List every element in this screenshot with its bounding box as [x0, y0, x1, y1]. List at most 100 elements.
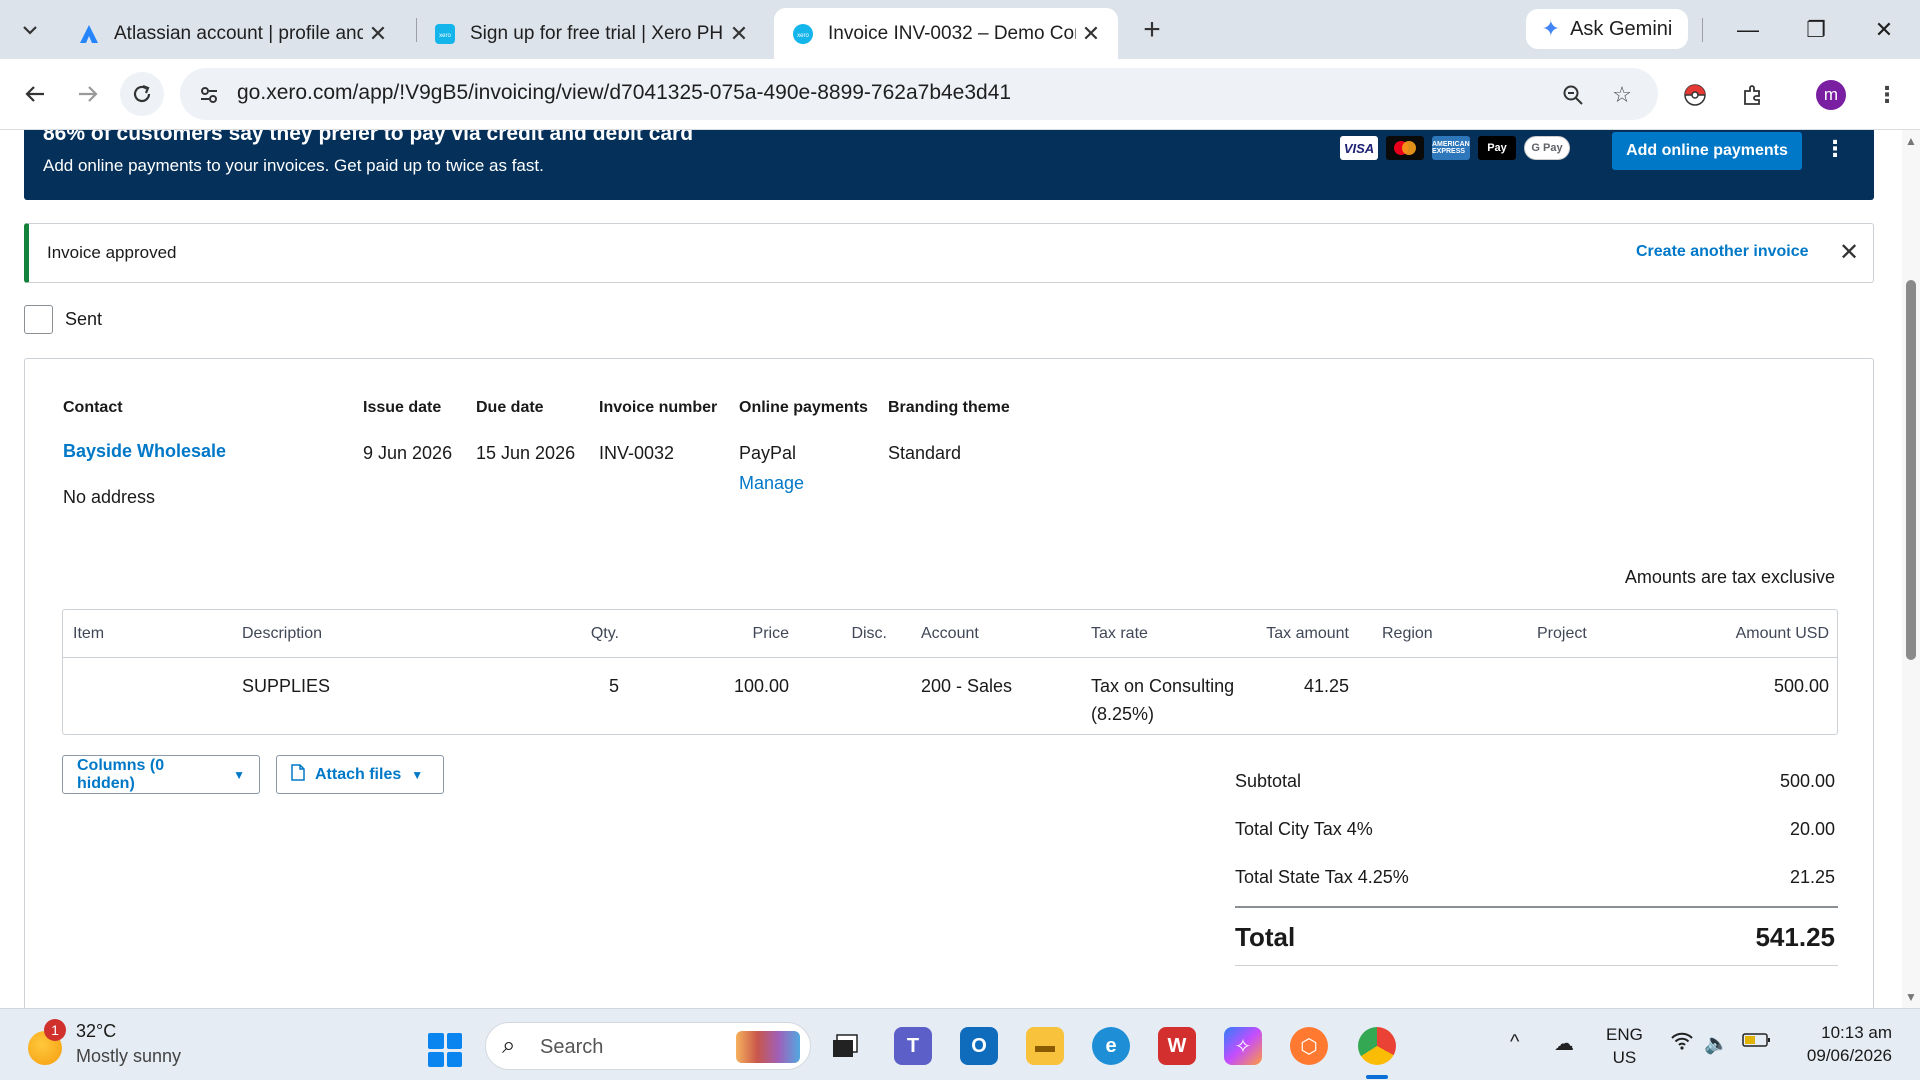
city-tax-label: Total City Tax 4% [1235, 819, 1373, 839]
tab-title: Sign up for free trial | Xero PH [470, 22, 724, 44]
cell-amount[interactable]: 500.00 [1663, 672, 1829, 700]
cell-price[interactable]: 100.00 [623, 672, 789, 700]
page-scrollbar[interactable]: ▲ ▼ [1902, 130, 1920, 1008]
totals-bottom-divider [1235, 965, 1838, 966]
attach-files-button[interactable]: Attach files ▼ [276, 755, 444, 794]
wifi-icon[interactable] [1670, 1031, 1694, 1057]
online-payments-value: PayPal [739, 443, 797, 463]
task-view-icon[interactable] [826, 1027, 864, 1065]
issue-date-heading: Issue date [363, 399, 442, 416]
branding-theme-heading: Branding theme [888, 399, 1010, 416]
contact-name-link[interactable]: Bayside Wholesale [63, 441, 226, 462]
sent-checkbox-row[interactable]: Sent [24, 305, 102, 334]
tab-title: Invoice INV-0032 – Demo Comp [828, 22, 1076, 44]
subtotal-label: Subtotal [1235, 771, 1302, 791]
edge-icon[interactable]: e [1092, 1027, 1130, 1065]
url-text[interactable]: go.xero.com/app/!V9gB5/invoicing/view/d7… [237, 81, 1011, 105]
show-hidden-icons-chevron-icon[interactable]: ^ [1510, 1031, 1519, 1054]
svg-text:xero: xero [439, 33, 451, 39]
taskbar-search[interactable]: ⌕ Search [485, 1022, 811, 1070]
clock-date: 09/06/2026 [1806, 1046, 1892, 1065]
profile-avatar[interactable]: m [1816, 80, 1846, 110]
line-items-table: Item Description Qty. Price Disc. Accoun… [62, 609, 1838, 735]
search-placeholder: Search [540, 1036, 604, 1058]
invoice-card: Contact Issue date Due date Invoice numb… [24, 358, 1874, 1008]
wps-office-icon[interactable]: W [1158, 1027, 1196, 1065]
app-hexagon-icon[interactable]: ⬡ [1290, 1027, 1328, 1065]
reload-button[interactable] [120, 72, 164, 116]
close-window-button[interactable]: ✕ [1864, 12, 1904, 48]
battery-icon[interactable] [1742, 1031, 1772, 1054]
total-label: Total [1235, 922, 1296, 952]
cell-qty[interactable]: 5 [463, 672, 619, 700]
scroll-up-arrow-icon[interactable]: ▲ [1905, 134, 1917, 148]
visa-logo: VISA [1340, 136, 1378, 160]
scroll-down-arrow-icon[interactable]: ▼ [1905, 990, 1917, 1004]
close-tab-icon[interactable]: ✕ [1076, 19, 1106, 49]
add-online-payments-button[interactable]: Add online payments [1612, 132, 1802, 170]
copilot-icon[interactable]: ✧ [1224, 1027, 1262, 1065]
branding-theme-value: Standard [888, 443, 962, 463]
cell-description[interactable]: SUPPLIES [242, 672, 330, 700]
column-header-account: Account [921, 625, 979, 642]
close-tab-icon[interactable]: ✕ [724, 19, 754, 49]
browser-menu-icon[interactable]: ⋮ [1870, 78, 1904, 112]
chrome-icon[interactable] [1358, 1027, 1396, 1065]
issue-date-value: 9 Jun 2026 [363, 443, 453, 463]
tab-search-button[interactable] [10, 12, 50, 48]
sent-checkbox[interactable] [24, 305, 53, 334]
pokeball-extension-icon[interactable] [1678, 78, 1712, 112]
forward-button[interactable] [66, 72, 110, 116]
close-tab-icon[interactable]: ✕ [363, 19, 393, 49]
browser-tab-bar: Atlassian account | profile and v ✕ xero… [0, 0, 1920, 59]
system-clock[interactable]: 10:13 am 09/06/2026 [1807, 1021, 1892, 1067]
tab-separator [1702, 18, 1703, 42]
extensions-puzzle-icon[interactable] [1736, 78, 1770, 112]
restore-button[interactable]: ❐ [1796, 12, 1836, 48]
ask-gemini-button[interactable]: ✦ Ask Gemini [1526, 9, 1688, 49]
invoice-approved-notice: Invoice approved Create another invoice … [24, 223, 1874, 283]
site-settings-icon[interactable] [194, 80, 224, 110]
temperature: 32°C [76, 1021, 117, 1041]
contact-address: No address [63, 487, 156, 507]
tab-xero-signup[interactable]: xero Sign up for free trial | Xero PH ✕ [416, 8, 766, 59]
invoice-number-heading: Invoice number [599, 399, 718, 416]
banner-headline: 86% of customers say they prefer to pay … [43, 130, 694, 145]
column-header-price: Price [752, 625, 789, 642]
state-tax-value: 21.25 [1789, 867, 1835, 887]
teams-icon[interactable]: T [894, 1027, 932, 1065]
new-tab-button[interactable]: + [1134, 12, 1170, 48]
tab-atlassian[interactable]: Atlassian account | profile and v ✕ [60, 8, 405, 59]
arrow-right-icon [79, 86, 98, 102]
columns-dropdown-button[interactable]: Columns (0 hidden) ▼ [62, 755, 260, 794]
gemini-sparkle-icon: ✦ [1541, 16, 1561, 41]
zoom-icon[interactable] [1558, 80, 1588, 110]
tax-mode-note: Amounts are tax exclusive [1624, 567, 1835, 587]
address-bar[interactable]: go.xero.com/app/!V9gB5/invoicing/view/d7… [180, 68, 1658, 120]
invoice-number-value: INV-0032 [599, 443, 675, 463]
create-another-invoice-link[interactable]: Create another invoice [1636, 243, 1809, 261]
tab-invoice[interactable]: xero Invoice INV-0032 – Demo Comp ✕ [774, 8, 1118, 59]
language-indicator[interactable]: ENG US [1606, 1023, 1643, 1069]
caret-down-icon: ▼ [233, 767, 245, 782]
volume-icon[interactable]: 🔈 [1704, 1031, 1729, 1056]
file-explorer-icon[interactable]: ▬ [1026, 1027, 1064, 1065]
more-options-icon[interactable]: ⋮ [1824, 136, 1846, 162]
manage-payments-link[interactable]: Manage [739, 473, 804, 494]
minimize-button[interactable]: — [1728, 12, 1768, 48]
start-button-windows-icon[interactable] [428, 1033, 462, 1067]
scrollbar-thumb[interactable] [1906, 280, 1916, 660]
bookmark-star-icon[interactable]: ☆ [1607, 80, 1637, 110]
windows-taskbar: 1 32°C Mostly sunny ⌕ Search T O ▬ e W ✧… [0, 1008, 1920, 1080]
columns-label: Columns (0 hidden) [77, 756, 165, 792]
cell-tax-rate[interactable]: Tax on Consulting (8.25%) [1091, 672, 1234, 728]
subtotal-value: 500.00 [1779, 771, 1835, 791]
back-button[interactable] [13, 72, 57, 116]
clock-time: 10:13 am [1821, 1023, 1892, 1042]
tax-rate-name: Tax on Consulting [1091, 676, 1235, 696]
cell-account[interactable]: 200 - Sales [921, 672, 1012, 700]
outlook-icon[interactable]: O [960, 1027, 998, 1065]
onedrive-icon[interactable]: ☁ [1554, 1031, 1574, 1056]
close-icon[interactable]: ✕ [1839, 238, 1859, 267]
cell-tax-amount[interactable]: 41.25 [1223, 672, 1349, 700]
